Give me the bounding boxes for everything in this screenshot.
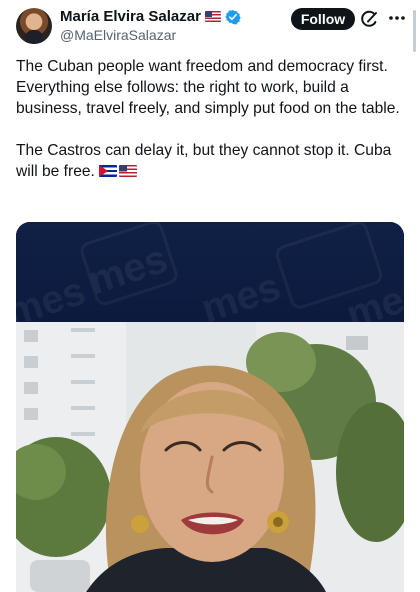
us-flag-icon <box>118 165 137 177</box>
author-handle[interactable]: @MaElviraSalazar <box>60 27 176 43</box>
follow-button[interactable]: Follow <box>291 8 355 30</box>
tweet-text: The Cuban people want freedom and democr… <box>16 56 408 182</box>
tweet-paragraph-2: The Castros can delay it, but they canno… <box>16 142 392 180</box>
scrollbar[interactable] <box>413 10 416 52</box>
tweet-video[interactable]: mes mes mes mes <box>16 222 404 592</box>
more-horizontal-icon[interactable] <box>386 8 408 28</box>
author-name-row: María Elvira Salazar <box>60 8 241 25</box>
video-banner: mes mes mes mes <box>16 222 404 337</box>
verified-badge-icon <box>225 9 241 24</box>
us-flag-icon <box>204 11 221 22</box>
video-frame <box>16 322 404 592</box>
tweet-paragraph-2-wrap: The Castros can delay it, but they canno… <box>16 140 408 182</box>
tweet-paragraph-1: The Cuban people want freedom and democr… <box>16 58 400 117</box>
author-avatar[interactable] <box>16 8 52 44</box>
grok-icon[interactable] <box>359 9 379 29</box>
author-display-name[interactable]: María Elvira Salazar <box>60 8 201 25</box>
video-frame-image <box>16 322 404 592</box>
tweet-header: María Elvira Salazar @MaElviraSalazar Fo… <box>16 6 412 48</box>
cuba-flag-icon <box>98 165 117 177</box>
